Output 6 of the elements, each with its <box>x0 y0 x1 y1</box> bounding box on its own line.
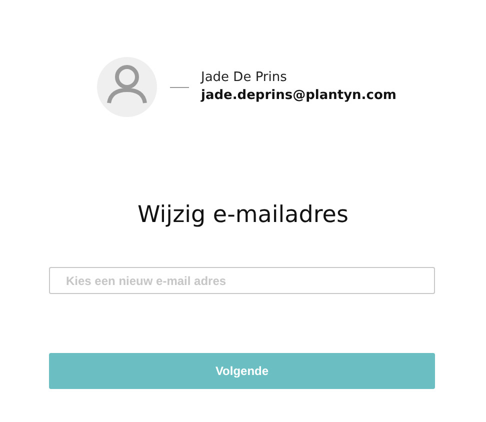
user-name: Jade De Prins <box>201 69 288 87</box>
email-field[interactable]: Kies een nieuw e-mail adres <box>49 267 435 294</box>
page-title: Wijzig e-mailadres <box>136 201 350 230</box>
user-email: jade.deprins@plantyn.com <box>201 87 396 105</box>
next-button[interactable]: Volgende <box>49 353 435 389</box>
avatar-icon <box>97 57 157 117</box>
